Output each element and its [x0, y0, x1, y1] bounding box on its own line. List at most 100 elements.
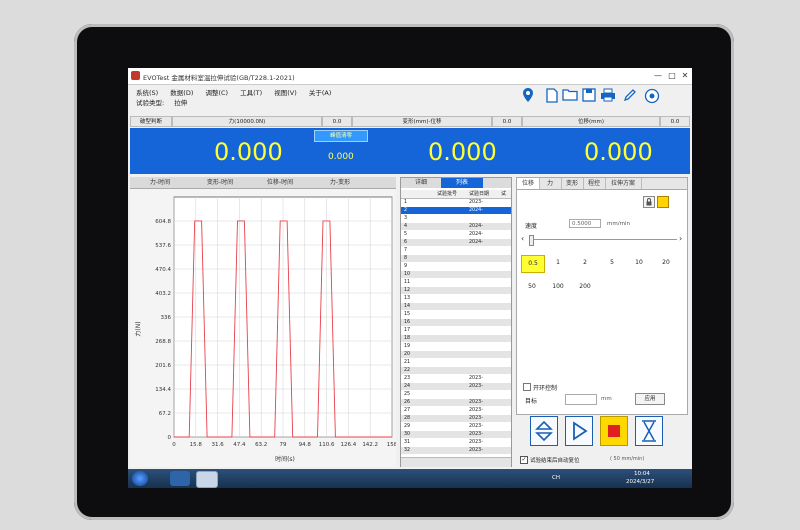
- speed-preset-2[interactable]: 2: [574, 255, 596, 271]
- tab-program[interactable]: 程控: [583, 178, 606, 189]
- tab-deform-time[interactable]: 变形-时间: [190, 177, 250, 188]
- table-row[interactable]: 14: [401, 303, 511, 311]
- tab-tensile-plan[interactable]: 拉伸方案: [605, 178, 642, 189]
- menu-view[interactable]: 视图(V): [274, 89, 297, 97]
- location-icon[interactable]: [520, 88, 536, 104]
- table-row[interactable]: 23 2023-: [401, 375, 511, 382]
- table-row[interactable]: 27 2023-: [401, 407, 511, 414]
- test-type-value[interactable]: 拉伸: [174, 99, 187, 107]
- tab-force-time[interactable]: 力-时间: [130, 177, 190, 188]
- unlock-icon[interactable]: [657, 196, 669, 208]
- speed-preset-50[interactable]: 50: [521, 279, 543, 295]
- table-row[interactable]: 1 2023-: [401, 199, 511, 206]
- lock-icon[interactable]: [643, 196, 655, 208]
- table-row[interactable]: 30 2023-: [401, 431, 511, 439]
- chevron-left-icon[interactable]: ‹: [521, 234, 527, 243]
- table-row[interactable]: 25: [401, 391, 511, 398]
- table-row[interactable]: 13: [401, 295, 511, 302]
- speed-preset-1[interactable]: 1: [547, 255, 569, 271]
- start-orb-icon[interactable]: [132, 471, 148, 486]
- language-indicator[interactable]: CH: [552, 475, 560, 481]
- tab-deform[interactable]: 变形: [561, 178, 584, 189]
- table-row[interactable]: 18: [401, 335, 511, 343]
- target-input[interactable]: [565, 394, 597, 405]
- table-row[interactable]: 21: [401, 359, 511, 366]
- auto-reset-checkbox[interactable]: ✓: [520, 456, 528, 464]
- clock-time: 10:04: [634, 471, 650, 477]
- stop-button[interactable]: [600, 416, 628, 446]
- speed-slider-handle[interactable]: [529, 235, 534, 246]
- maximize-button[interactable]: □: [666, 70, 678, 81]
- browser-icon[interactable]: [170, 471, 190, 486]
- table-row[interactable]: 20: [401, 351, 511, 359]
- table-row[interactable]: 28 2023-: [401, 415, 511, 423]
- open-loop-checkbox[interactable]: [523, 383, 531, 391]
- speed-slider-track[interactable]: [529, 239, 677, 240]
- up-down-button[interactable]: [530, 416, 558, 446]
- apply-button[interactable]: 应用: [635, 393, 665, 405]
- table-row[interactable]: 29 2023-: [401, 423, 511, 430]
- table-row[interactable]: 8: [401, 255, 511, 263]
- menu-data[interactable]: 数据(D): [170, 89, 193, 97]
- table-row[interactable]: 12: [401, 287, 511, 295]
- table-row[interactable]: 5 2024-: [401, 231, 511, 238]
- row-number: 12: [404, 288, 411, 293]
- save-icon[interactable]: [581, 88, 597, 104]
- row-number: 27: [404, 408, 411, 413]
- tab-force-deform[interactable]: 力-变形: [310, 177, 370, 188]
- evotest-taskbar-icon[interactable]: [196, 471, 218, 488]
- table-row[interactable]: 4 2024-: [401, 223, 511, 231]
- table-scrollbar[interactable]: [401, 457, 511, 467]
- tab-list[interactable]: 列表: [441, 178, 483, 188]
- table-row[interactable]: 10: [401, 271, 511, 279]
- menu-tools[interactable]: 工具(T): [240, 89, 262, 97]
- speed-preset-0.5[interactable]: 0.5: [521, 255, 545, 273]
- x-tick-label: 31.6: [211, 442, 224, 448]
- menu-about[interactable]: 关于(A): [309, 89, 332, 97]
- start-button[interactable]: [565, 416, 593, 446]
- open-folder-icon[interactable]: [562, 88, 578, 104]
- table-row[interactable]: 2 2024-: [401, 207, 511, 215]
- table-row[interactable]: 16: [401, 319, 511, 327]
- window-title: EVOTest 金属材料室温拉伸试验(GB/T228.1-2021): [143, 74, 295, 82]
- speed-preset-100[interactable]: 100: [547, 279, 569, 295]
- row-number: 17: [404, 328, 411, 333]
- table-row[interactable]: 19: [401, 343, 511, 350]
- table-row[interactable]: 31 2023-: [401, 439, 511, 446]
- tab-force[interactable]: 力: [539, 178, 562, 189]
- table-row[interactable]: 6 2024-: [401, 239, 511, 247]
- peak-reset-button[interactable]: 峰值清零: [314, 130, 368, 142]
- tab-displacement[interactable]: 位移: [517, 178, 540, 189]
- speed-preset-10[interactable]: 10: [628, 255, 650, 271]
- table-row[interactable]: 26 2023-: [401, 399, 511, 407]
- edit-icon[interactable]: [622, 88, 638, 104]
- speed-preset-200[interactable]: 200: [574, 279, 596, 295]
- record-icon[interactable]: [644, 88, 660, 104]
- table-row[interactable]: 3: [401, 215, 511, 222]
- speed-preset-20[interactable]: 20: [655, 255, 677, 271]
- displacement-zero-value[interactable]: 0.0: [660, 116, 690, 127]
- table-row[interactable]: 15: [401, 311, 511, 318]
- menu-adjust[interactable]: 调整(C): [205, 89, 228, 97]
- table-row[interactable]: 11: [401, 279, 511, 286]
- new-file-icon[interactable]: [544, 88, 560, 104]
- deform-header: 变形(mm)-位移: [352, 116, 492, 127]
- table-row[interactable]: 17: [401, 327, 511, 334]
- chevron-right-icon[interactable]: ›: [679, 234, 685, 243]
- close-button[interactable]: ✕: [679, 70, 691, 81]
- table-row[interactable]: 32 2023-: [401, 447, 511, 455]
- return-button[interactable]: [635, 416, 663, 446]
- force-zero-value[interactable]: 0.0: [322, 116, 352, 127]
- tab-displacement-time[interactable]: 位移-时间: [250, 177, 310, 188]
- tab-detail[interactable]: 详细: [401, 178, 441, 188]
- table-row[interactable]: 24 2023-: [401, 383, 511, 391]
- speed-input[interactable]: 0.5000: [569, 219, 601, 228]
- table-row[interactable]: 7: [401, 247, 511, 254]
- table-row[interactable]: 22: [401, 367, 511, 375]
- speed-preset-5[interactable]: 5: [601, 255, 623, 271]
- menu-system[interactable]: 系统(S): [136, 89, 158, 97]
- print-icon[interactable]: [600, 88, 616, 104]
- deform-zero-value[interactable]: 0.0: [492, 116, 522, 127]
- table-row[interactable]: 9: [401, 263, 511, 270]
- minimize-button[interactable]: —: [652, 70, 664, 81]
